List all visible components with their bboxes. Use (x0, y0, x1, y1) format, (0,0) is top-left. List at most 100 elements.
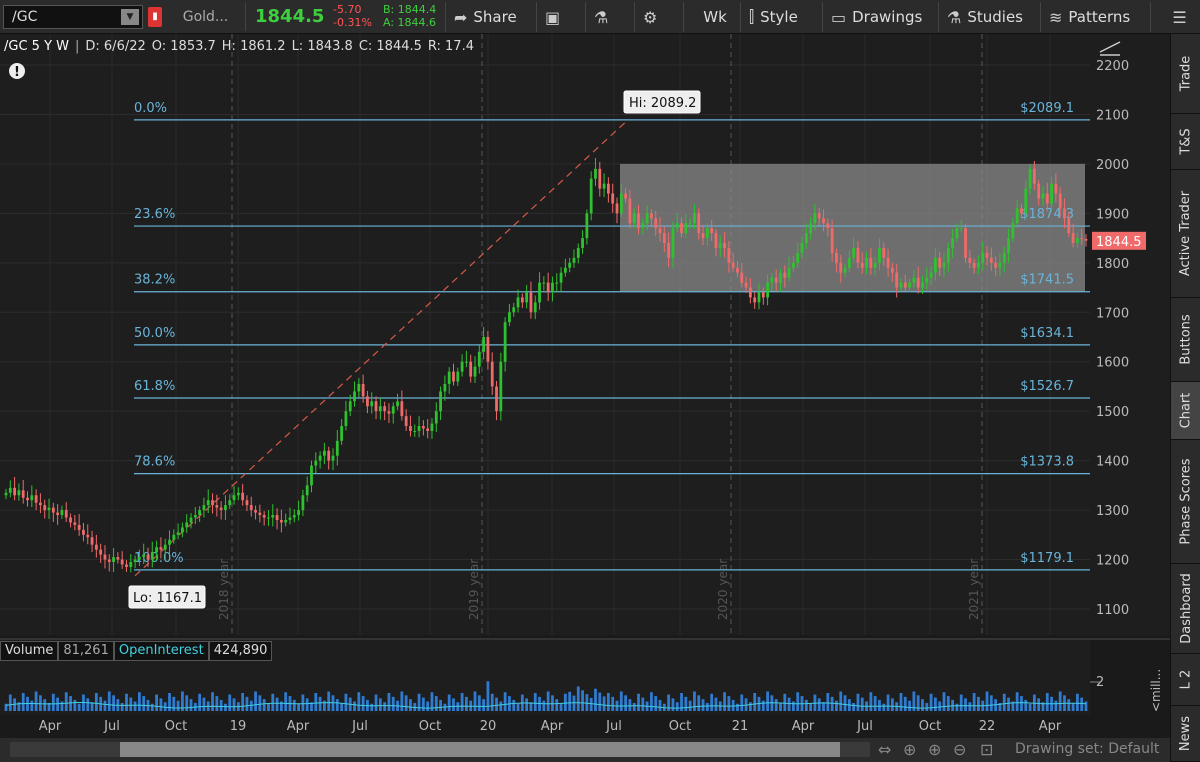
candle-body (628, 198, 632, 224)
volume-label[interactable]: Volume (0, 641, 59, 661)
candle-body (228, 500, 232, 506)
candle-body (546, 282, 550, 293)
side-tab-dashboard[interactable]: Dashboard (1171, 564, 1200, 654)
settings-button[interactable]: ⚙ (634, 2, 680, 32)
candle-body (1054, 183, 1058, 194)
lab-button[interactable]: ⚗ (585, 2, 631, 32)
zoom-out-icon[interactable]: ⊖ (953, 740, 966, 759)
ask-value: A: 1844.6 (383, 16, 437, 29)
fit-icon[interactable]: ⊡ (980, 740, 993, 759)
candle-body (30, 495, 34, 501)
pan-icon[interactable]: ⇔ (878, 740, 891, 759)
patterns-button[interactable]: ≋ Patterns (1040, 2, 1148, 32)
side-tab-news[interactable]: News (1171, 706, 1200, 762)
candle-body (783, 272, 787, 278)
chart-settings-button[interactable]: ▣ (536, 2, 582, 32)
header-close: C: 1844.5 (358, 38, 422, 54)
instrument-name[interactable]: Gold... (166, 3, 246, 31)
candle-body (288, 517, 292, 520)
candle-body (404, 416, 408, 427)
style-button[interactable]: ⫿ Style (740, 2, 820, 32)
candle-body (705, 228, 709, 239)
candle-body (886, 257, 890, 268)
candle-body (202, 505, 206, 511)
side-tab-trade[interactable]: Trade (1171, 34, 1200, 114)
fib-percent-label: 23.6% (134, 207, 175, 222)
toolbar: /GC ▼ ▮ Gold... 1844.5 -5.70 -0.31% B: 1… (0, 0, 1200, 34)
candle-body (206, 500, 210, 506)
candle-body (4, 492, 8, 496)
candle-body (680, 223, 683, 234)
y-tick-label: 2100 (1096, 108, 1129, 123)
menu-button[interactable]: ☰ (1150, 2, 1200, 32)
candle-body (318, 455, 322, 461)
candle-body (934, 257, 937, 273)
x-tick-label: 22 (979, 719, 996, 734)
candle-body (774, 277, 778, 283)
y-tick-label: 2000 (1096, 158, 1129, 173)
candle-body (34, 495, 38, 503)
fib-price-label: $1741.5 (1020, 273, 1074, 288)
candle-body (219, 507, 223, 511)
candle-body (989, 257, 993, 263)
drawings-button[interactable]: ▭ Drawings (822, 2, 934, 32)
candle-body (301, 495, 305, 511)
volume-value: 81,261 (58, 641, 114, 661)
candle-body (890, 267, 894, 273)
y-tick-label: 1800 (1096, 257, 1129, 272)
candle-body (103, 554, 107, 560)
candle-body (839, 262, 843, 273)
side-tab-phase-scores[interactable]: Phase Scores (1171, 440, 1200, 564)
candle-body (624, 193, 627, 199)
candle-body (843, 267, 847, 273)
candle-body (1045, 193, 1049, 204)
candle-body (921, 282, 924, 288)
x-tick-label: Jul (103, 719, 120, 734)
candle-body (1020, 208, 1023, 214)
candle-body (860, 262, 864, 268)
period-button[interactable]: Wk (683, 2, 738, 32)
side-tab-active-trader[interactable]: Active Trader (1171, 170, 1200, 298)
candle-body (714, 233, 718, 248)
symbol-dropdown-icon[interactable]: ▼ (121, 9, 139, 25)
candle-body (796, 252, 800, 263)
candle-body (73, 522, 77, 525)
drawing-set-label[interactable]: Drawing set: Default (1015, 741, 1159, 757)
alert-badge-icon[interactable]: ▮ (148, 7, 162, 27)
open-interest-label[interactable]: OpenInterest (113, 641, 209, 661)
candle-body (439, 391, 442, 412)
x-tick-label: Apr (39, 719, 62, 734)
candle-body (938, 257, 942, 268)
candle-body (555, 282, 559, 284)
candle-body (335, 440, 339, 456)
y-tick-label: 1700 (1096, 306, 1129, 321)
crosshair-icon[interactable]: ⊕ (903, 740, 916, 759)
side-tab-label: Trade (1178, 55, 1194, 92)
candle-body (1063, 208, 1066, 219)
patterns-label: Patterns (1068, 8, 1131, 26)
symbol-input[interactable]: /GC ▼ (3, 5, 143, 29)
side-tab-t-s[interactable]: T&S (1171, 114, 1200, 170)
scroll-thumb[interactable] (120, 742, 840, 757)
x-tick-label: Jul (856, 719, 873, 734)
candle-body (47, 507, 51, 511)
candle-body (977, 262, 980, 268)
side-tab-label: Chart (1178, 392, 1194, 429)
candle-body (972, 262, 976, 268)
candle-body (163, 544, 167, 550)
candle-body (254, 510, 257, 513)
candle-body (766, 282, 769, 298)
share-button[interactable]: ➦ Share (445, 2, 533, 32)
side-tab-l-2[interactable]: L 2 (1171, 654, 1200, 706)
candle-body (727, 247, 731, 263)
side-tab-chart[interactable]: Chart (1171, 382, 1200, 440)
zoom-in-icon[interactable]: ⊕ (928, 740, 941, 759)
candle-body (753, 297, 757, 303)
candle-body (637, 213, 640, 229)
candle-body (813, 213, 817, 224)
side-tab-buttons[interactable]: Buttons (1171, 298, 1200, 382)
studies-button[interactable]: ⚗ Studies (938, 2, 1036, 32)
candle-body (736, 267, 739, 273)
candle-body (77, 524, 81, 530)
y-tick-label: 1500 (1096, 405, 1129, 420)
